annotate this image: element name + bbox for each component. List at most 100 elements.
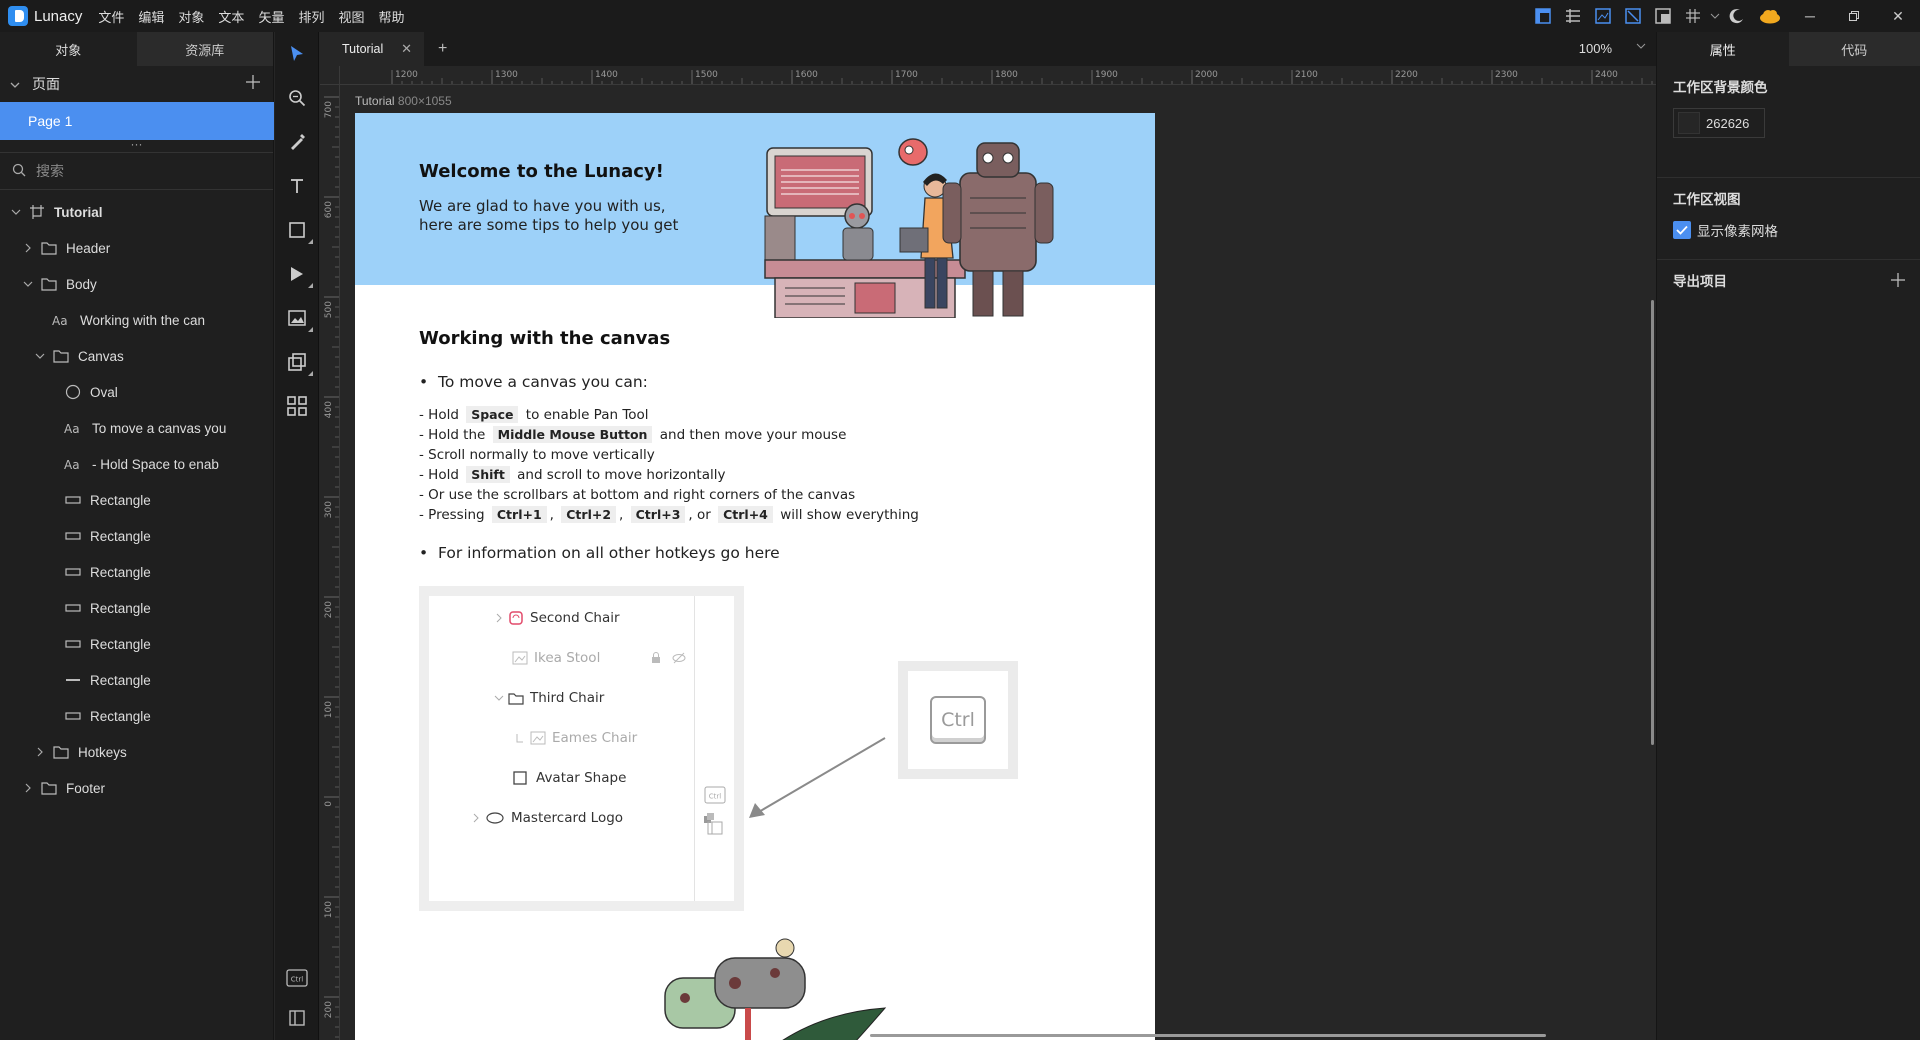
close-tab-icon[interactable]: ✕	[401, 41, 412, 57]
layer-row[interactable]: Tutorial	[0, 194, 273, 230]
zoom-dropdown-chevron-icon[interactable]	[1636, 40, 1646, 55]
layer-row[interactable]: Rectangle	[0, 518, 273, 554]
layer-row[interactable]: Canvas	[0, 338, 273, 374]
layer-row[interactable]: Rectangle	[0, 626, 273, 662]
table-view-icon[interactable]	[1564, 7, 1582, 25]
workspace-bg-hex[interactable]: 262626	[1706, 116, 1749, 131]
boolean-tool-icon[interactable]	[275, 340, 319, 384]
menu-edit[interactable]: 编辑	[138, 7, 164, 26]
color-swatch[interactable]	[1678, 112, 1700, 134]
layer-row[interactable]: Aa To move a canvas you	[0, 410, 273, 446]
layer-row[interactable]: Rectangle	[0, 482, 273, 518]
instruction-line-2-start: - Hold the	[419, 427, 486, 443]
pixel-grid-checkbox[interactable]: 显示像素网格	[1673, 220, 1904, 240]
expand-chevron-right-icon[interactable]	[22, 783, 34, 793]
tab-library[interactable]: 资源库	[136, 32, 273, 66]
hotkey-instructions: - Hold Space to enable Pan Tool - Hold t…	[419, 405, 919, 525]
horizontal-scrollbar[interactable]	[870, 1034, 1546, 1037]
layer-row[interactable]: Rectangle	[0, 590, 273, 626]
layer-row[interactable]: Aa - Hold Space to enab	[0, 446, 273, 482]
close-window-button[interactable]: ✕	[1876, 0, 1920, 32]
add-page-icon[interactable]	[245, 74, 261, 93]
select-tool-icon[interactable]	[275, 32, 319, 76]
search-input[interactable]: 搜索	[36, 161, 64, 181]
layer-row[interactable]: Oval	[0, 374, 273, 410]
pages-collapse-chevron-icon[interactable]	[10, 77, 20, 92]
layer-label: Rectangle	[90, 564, 151, 580]
canvas[interactable]: Tutorial 800×1055 Welcome to the Lunacy!…	[340, 86, 1656, 1040]
menu-arrange[interactable]: 排列	[298, 7, 324, 26]
tab-objects[interactable]: 对象	[0, 32, 137, 66]
text-tool-icon[interactable]	[275, 164, 319, 208]
artboard-tutorial[interactable]: Welcome to the Lunacy! We are glad to ha…	[355, 113, 1155, 1040]
expand-chevron-right-icon[interactable]	[22, 243, 34, 253]
ruler-tick-label: 700	[324, 101, 334, 118]
layer-row[interactable]: Hotkeys	[0, 734, 273, 770]
cloud-sync-icon[interactable]	[1758, 7, 1782, 25]
line-icon	[64, 672, 82, 688]
restore-button[interactable]	[1832, 0, 1876, 32]
expand-chevron-down-icon[interactable]	[10, 208, 22, 216]
page-item-page-1[interactable]: Page 1	[0, 102, 274, 140]
dark-mode-moon-icon[interactable]	[1728, 7, 1746, 25]
vertical-ruler[interactable]: 700 600 500 400 300 200 100 0 100 200	[320, 85, 340, 1040]
grid-icon[interactable]	[1684, 7, 1702, 25]
workspace-view-label: 工作区视图	[1673, 192, 1741, 207]
layer-label: Rectangle	[90, 492, 151, 508]
mask-icon[interactable]	[1654, 7, 1672, 25]
minimize-button[interactable]: ─	[1788, 0, 1832, 32]
rectangle-icon	[64, 564, 82, 580]
menu-text[interactable]: 文本	[218, 7, 244, 26]
mock-row-eames-chair: Eames Chair	[514, 728, 637, 748]
grid-dropdown-chevron-icon[interactable]	[1710, 7, 1720, 25]
artboard-label[interactable]: Tutorial 800×1055	[355, 94, 452, 108]
tab-properties[interactable]: 属性	[1657, 32, 1789, 66]
new-tab-button[interactable]: +	[438, 40, 447, 58]
layer-row[interactable]: Rectangle	[0, 554, 273, 590]
text-icon: Aa	[52, 312, 72, 328]
ctrl-key-illustration-frame: Ctrl	[898, 661, 1018, 779]
menu-view[interactable]: 视图	[338, 7, 364, 26]
path-tool-icon[interactable]	[275, 252, 319, 296]
crop-frame-icon[interactable]	[1624, 7, 1642, 25]
components-tool-icon[interactable]	[275, 384, 319, 428]
layer-row[interactable]: Aa Working with the can	[0, 302, 273, 338]
layer-row[interactable]: Footer	[0, 770, 273, 806]
menu-vector[interactable]: 矢量	[258, 7, 284, 26]
layer-label: Working with the can	[80, 312, 206, 328]
shortcuts-ctrl-button[interactable]: Ctrl	[275, 956, 319, 1000]
ruler-tick-label: 600	[324, 201, 334, 218]
menu-object[interactable]: 对象	[178, 7, 204, 26]
expand-chevron-right-icon[interactable]	[34, 747, 46, 757]
image-tool-icon[interactable]	[275, 296, 319, 340]
kbd-middle-mouse: Middle Mouse Button	[492, 426, 653, 443]
vertical-scrollbar[interactable]	[1651, 300, 1654, 745]
welcome-subtitle: We are glad to have you with us, here ar…	[419, 197, 719, 235]
layout-panels-icon[interactable]	[1534, 7, 1552, 25]
layer-row[interactable]: Header	[0, 230, 273, 266]
pen-tool-icon[interactable]	[275, 120, 319, 164]
add-export-icon[interactable]	[1890, 272, 1906, 291]
pages-resize-handle[interactable]: ···	[0, 138, 273, 152]
workspace-bg-color-field[interactable]: 262626	[1673, 108, 1765, 138]
pointer-arrow	[749, 737, 886, 818]
tab-code[interactable]: 代码	[1788, 32, 1920, 66]
menu-file[interactable]: 文件	[98, 7, 124, 26]
layer-row[interactable]: Rectangle	[0, 662, 273, 698]
zoom-tool-icon[interactable]	[275, 76, 319, 120]
expand-chevron-down-icon[interactable]	[34, 352, 46, 360]
layer-search[interactable]: 搜索	[0, 152, 273, 190]
toggle-panels-icon[interactable]	[275, 996, 319, 1040]
welcome-subtitle-line-1: We are glad to have you with us,	[419, 197, 666, 215]
menu-help[interactable]: 帮助	[378, 7, 404, 26]
expand-chevron-down-icon[interactable]	[22, 280, 34, 288]
horizontal-ruler[interactable]: 1200 1300 1400 1500 1600 1700 1800 1900 2000 2100…	[340, 66, 1656, 85]
rectangle-tool-icon[interactable]	[275, 208, 319, 252]
document-tab[interactable]: Tutorial ✕	[320, 32, 424, 66]
layer-row[interactable]: Rectangle	[0, 698, 273, 734]
ruler-tick-label: 1500	[695, 70, 718, 80]
zoom-level[interactable]: 100%	[1579, 41, 1612, 56]
layer-row[interactable]: Body	[0, 266, 273, 302]
checkbox-checked-icon[interactable]	[1673, 221, 1691, 239]
image-frame-icon[interactable]	[1594, 7, 1612, 25]
